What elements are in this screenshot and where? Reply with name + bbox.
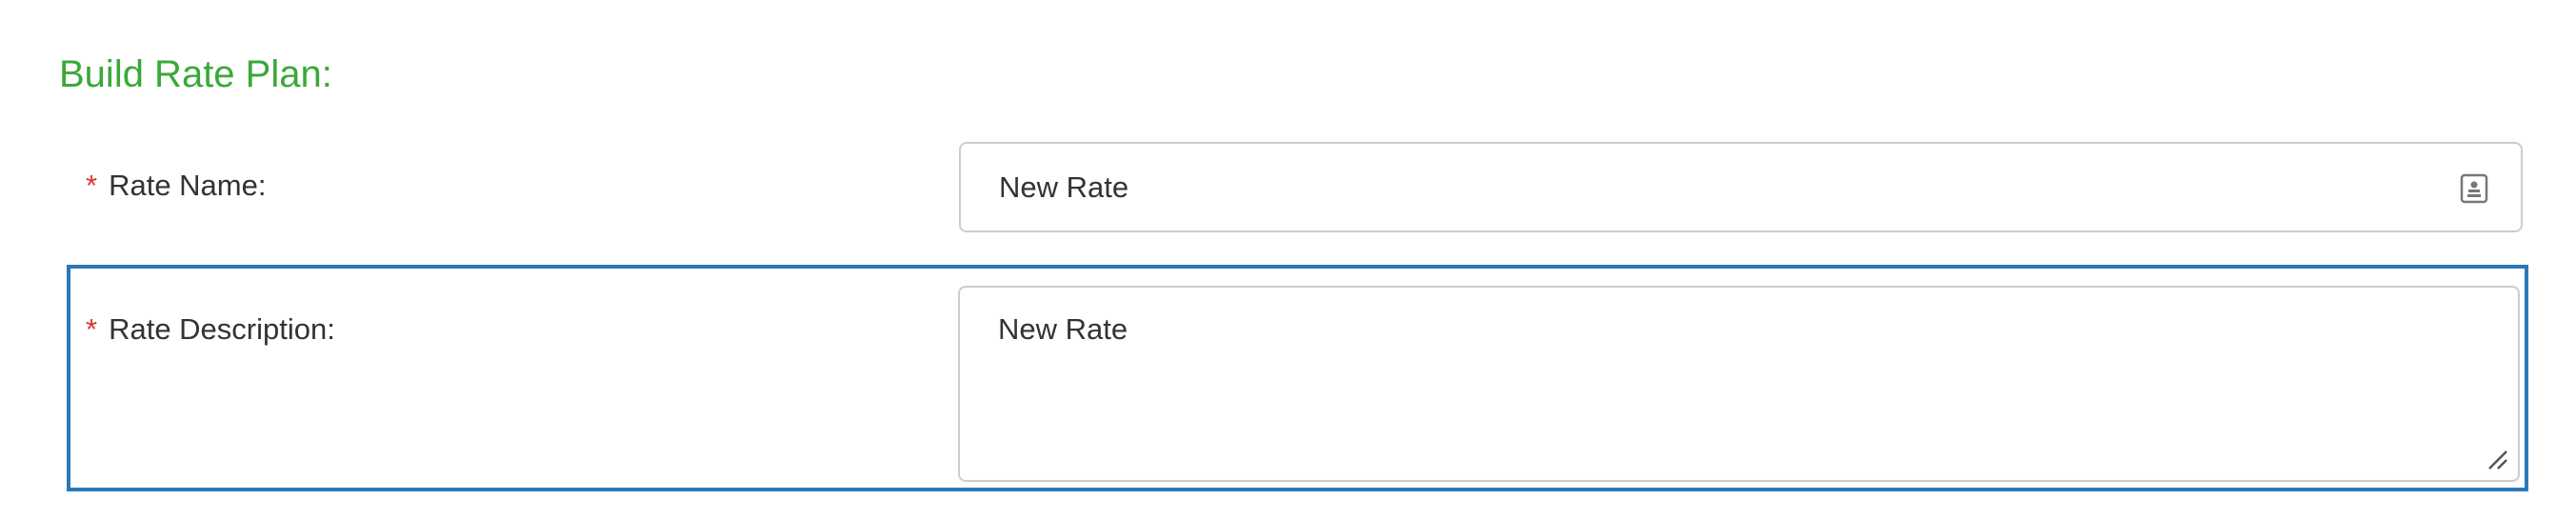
rate-description-value: New Rate xyxy=(998,312,1128,346)
rate-name-value: New Rate xyxy=(999,170,1129,204)
rate-name-label: * Rate Name: xyxy=(86,167,266,205)
rate-name-label-text: Rate Name: xyxy=(109,169,267,202)
rate-description-textarea[interactable]: New Rate xyxy=(958,286,2520,482)
rate-description-row: * Rate Description: New Rate xyxy=(67,265,2528,491)
build-rate-plan-form: Build Rate Plan: * Rate Name: New Rate * R… xyxy=(0,0,2576,520)
rate-name-row: * Rate Name: New Rate xyxy=(69,138,2524,241)
required-marker: * xyxy=(86,312,98,346)
section-title: Build Rate Plan: xyxy=(59,53,332,95)
contact-card-icon[interactable] xyxy=(2460,173,2488,204)
resize-handle-icon[interactable] xyxy=(2484,446,2510,472)
required-marker: * xyxy=(86,169,98,202)
rate-description-label: * Rate Description: xyxy=(86,310,335,349)
rate-description-label-text: Rate Description: xyxy=(109,312,335,346)
rate-name-input[interactable]: New Rate xyxy=(959,142,2523,232)
